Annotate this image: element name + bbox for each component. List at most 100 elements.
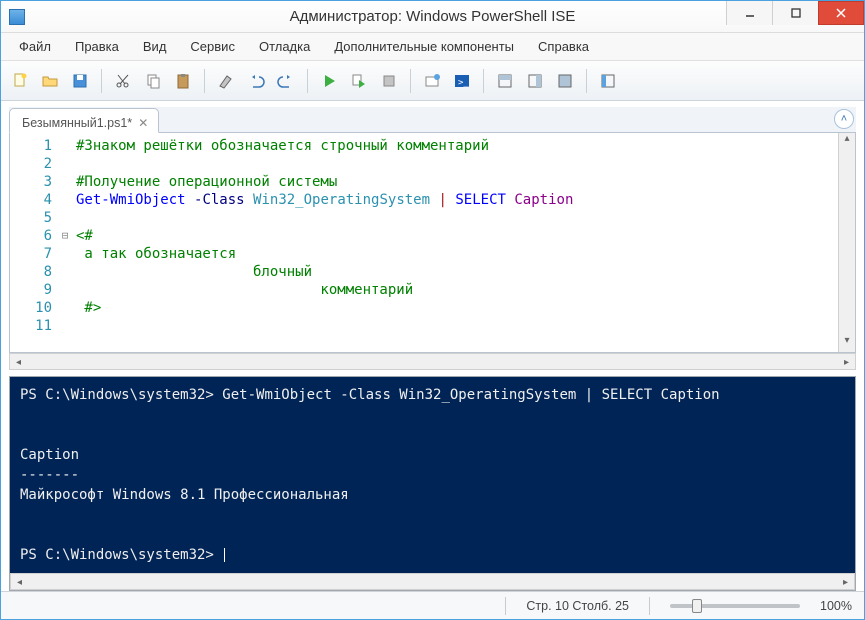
copy-button[interactable] xyxy=(140,68,166,94)
fold-marker[interactable] xyxy=(58,155,72,173)
tab-untitled1[interactable]: Безымянный1.ps1* ✕ xyxy=(9,108,159,133)
toolbar-separator xyxy=(204,69,205,93)
pane-max-button[interactable] xyxy=(552,68,578,94)
fold-marker[interactable] xyxy=(58,191,72,209)
pane-right-button[interactable] xyxy=(522,68,548,94)
fold-column[interactable]: ⊟ xyxy=(58,133,72,352)
pane-top-button[interactable] xyxy=(492,68,518,94)
undo-button[interactable] xyxy=(243,68,269,94)
menu-addons[interactable]: Дополнительные компоненты xyxy=(322,35,526,58)
zoom-level: 100% xyxy=(820,599,852,613)
run-selection-button[interactable] xyxy=(346,68,372,94)
line-number: 10 xyxy=(10,299,52,317)
line-number: 5 xyxy=(10,209,52,227)
title-bar: Администратор: Windows PowerShell ISE xyxy=(1,1,864,33)
open-button[interactable] xyxy=(37,68,63,94)
paste-button[interactable] xyxy=(170,68,196,94)
editor-tabs: Безымянный1.ps1* ✕ ˄ xyxy=(9,107,856,133)
line-number: 2 xyxy=(10,155,52,173)
redo-button[interactable] xyxy=(273,68,299,94)
console-value: Майкрософт Windows 8.1 Профессиональная xyxy=(20,487,349,503)
line-number: 1 xyxy=(10,137,52,155)
fold-marker[interactable] xyxy=(58,137,72,155)
toolbar-separator xyxy=(101,69,102,93)
fold-marker[interactable] xyxy=(58,281,72,299)
toolbar-separator xyxy=(586,69,587,93)
code-line[interactable]: <# xyxy=(76,227,834,245)
statusbar-separator xyxy=(649,597,650,615)
toolbar-separator xyxy=(483,69,484,93)
cut-button[interactable] xyxy=(110,68,136,94)
minimize-button[interactable] xyxy=(726,1,772,25)
line-number-gutter: 1234567891011 xyxy=(10,133,58,352)
editor-vertical-scrollbar[interactable]: ▴ ▾ xyxy=(838,133,855,352)
content-area: Безымянный1.ps1* ✕ ˄ 1234567891011 ⊟ #Зн… xyxy=(1,101,864,591)
scroll-left-icon[interactable]: ◂ xyxy=(11,574,28,589)
command-addon-button[interactable] xyxy=(595,68,621,94)
window-controls xyxy=(726,1,864,32)
toolbar: >_ xyxy=(1,61,864,101)
cursor-icon xyxy=(224,548,225,562)
menu-tools[interactable]: Сервис xyxy=(178,35,247,58)
code-line[interactable] xyxy=(76,317,834,335)
tab-close-icon[interactable]: ✕ xyxy=(138,116,148,130)
scroll-right-icon[interactable]: ▸ xyxy=(838,354,855,369)
menu-view[interactable]: Вид xyxy=(131,35,179,58)
line-number: 9 xyxy=(10,281,52,299)
line-number: 7 xyxy=(10,245,52,263)
close-button[interactable] xyxy=(818,1,864,25)
save-button[interactable] xyxy=(67,68,93,94)
console-command: Get-WmiObject -Class Win32_OperatingSyst… xyxy=(214,387,720,403)
menu-help[interactable]: Справка xyxy=(526,35,601,58)
console-output[interactable]: PS C:\Windows\system32> Get-WmiObject -C… xyxy=(10,377,855,573)
code-line[interactable]: а так обозначается xyxy=(76,245,834,263)
code-line[interactable] xyxy=(76,155,834,173)
maximize-button[interactable] xyxy=(772,1,818,25)
collapse-script-pane-button[interactable]: ˄ xyxy=(834,109,854,129)
menu-debug[interactable]: Отладка xyxy=(247,35,322,58)
code-line[interactable]: блочный xyxy=(76,263,834,281)
console-horizontal-scrollbar[interactable]: ◂ ▸ xyxy=(10,573,855,590)
code-line[interactable]: Get-WmiObject -Class Win32_OperatingSyst… xyxy=(76,191,834,209)
run-script-button[interactable] xyxy=(316,68,342,94)
code-line[interactable]: #Получение операционной системы xyxy=(76,173,834,191)
new-remote-tab-button[interactable] xyxy=(419,68,445,94)
cursor-position: Стр. 10 Столб. 25 xyxy=(526,599,629,613)
zoom-thumb[interactable] xyxy=(692,599,702,613)
editor-horizontal-scrollbar[interactable]: ◂ ▸ xyxy=(9,353,856,370)
console-prompt: PS C:\Windows\system32> xyxy=(20,387,214,403)
fold-marker[interactable] xyxy=(58,299,72,317)
code-line[interactable]: #Знаком решётки обозначается строчный ко… xyxy=(76,137,834,155)
console-header: Caption xyxy=(20,447,79,463)
console-pane: PS C:\Windows\system32> Get-WmiObject -C… xyxy=(9,376,856,591)
app-icon xyxy=(9,9,25,25)
zoom-slider[interactable] xyxy=(670,604,800,608)
line-number: 8 xyxy=(10,263,52,281)
scroll-right-icon[interactable]: ▸ xyxy=(837,574,854,589)
status-bar: Стр. 10 Столб. 25 100% xyxy=(1,591,864,619)
line-number: 4 xyxy=(10,191,52,209)
fold-marker[interactable] xyxy=(58,209,72,227)
fold-marker[interactable] xyxy=(58,317,72,335)
fold-marker[interactable]: ⊟ xyxy=(58,227,72,245)
code-line[interactable]: #> xyxy=(76,299,834,317)
stop-button[interactable] xyxy=(376,68,402,94)
console-prompt: PS C:\Windows\system32> xyxy=(20,547,222,563)
start-powershell-button[interactable]: >_ xyxy=(449,68,475,94)
scroll-down-icon[interactable]: ▾ xyxy=(839,335,855,352)
menu-edit[interactable]: Правка xyxy=(63,35,131,58)
scroll-left-icon[interactable]: ◂ xyxy=(10,354,27,369)
code-line[interactable]: комментарий xyxy=(76,281,834,299)
clear-button[interactable] xyxy=(213,68,239,94)
scroll-up-icon[interactable]: ▴ xyxy=(839,133,855,150)
code-area[interactable]: #Знаком решётки обозначается строчный ко… xyxy=(72,133,838,352)
line-number: 11 xyxy=(10,317,52,335)
menu-file[interactable]: Файл xyxy=(7,35,63,58)
code-line[interactable] xyxy=(76,209,834,227)
script-editor[interactable]: 1234567891011 ⊟ #Знаком решётки обознача… xyxy=(9,133,856,353)
fold-marker[interactable] xyxy=(58,173,72,191)
fold-marker[interactable] xyxy=(58,245,72,263)
fold-marker[interactable] xyxy=(58,263,72,281)
new-file-button[interactable] xyxy=(7,68,33,94)
console-rule: ------- xyxy=(20,467,79,483)
